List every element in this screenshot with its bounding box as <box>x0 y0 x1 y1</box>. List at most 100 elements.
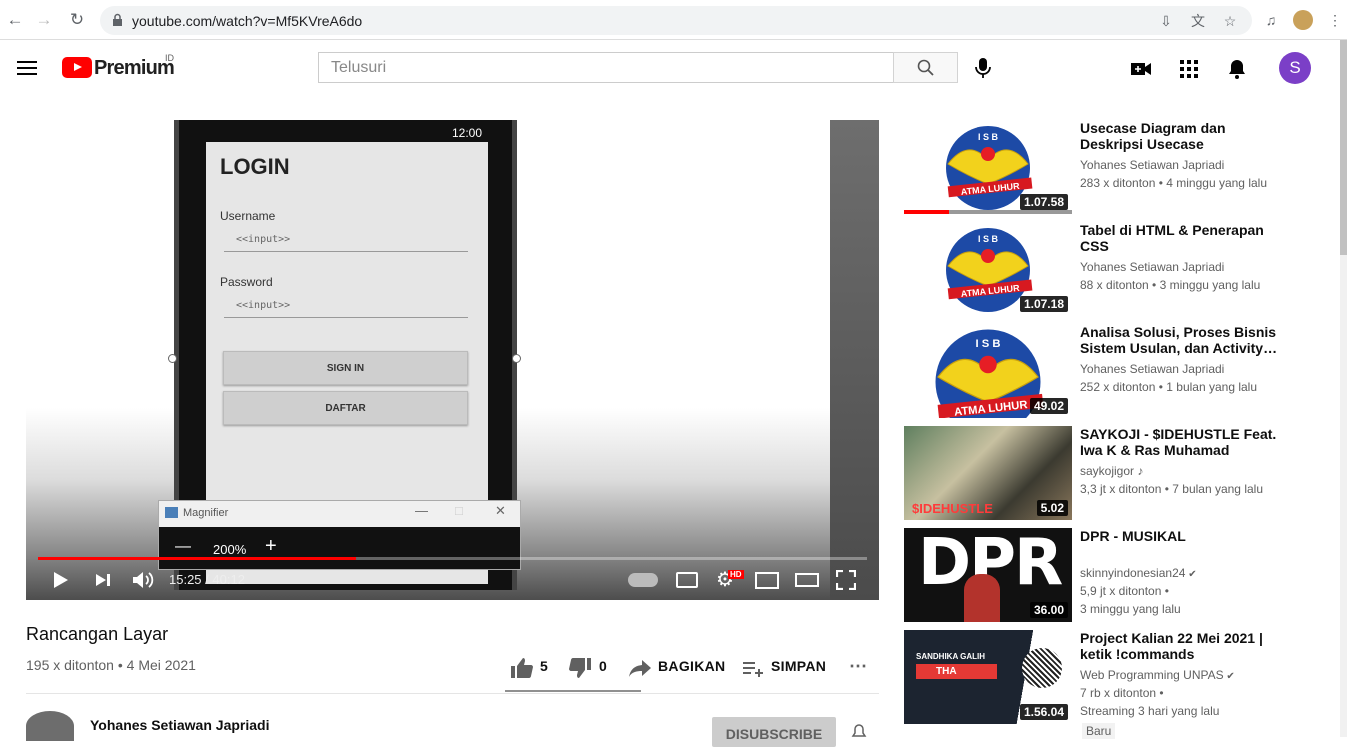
page-scrollbar[interactable] <box>1340 40 1347 737</box>
volume-icon[interactable] <box>131 570 155 590</box>
search-button[interactable] <box>893 52 958 83</box>
recommendation-item[interactable]: ATMA LUHUR I S B 1.07.58 Usecase Diagram … <box>904 120 1344 214</box>
recommendation-item[interactable]: DPR 36.00 DPR - MUSIKAL skinnyindonesian24 … <box>904 528 1344 622</box>
recommendation-title[interactable]: Project Kalian 22 Mei 2021 | ketik !comm… <box>1080 630 1286 662</box>
recommendation-channel[interactable]: skinnyindonesian24 ✔ <box>1080 566 1197 580</box>
channel-name[interactable]: Yohanes Setiawan Japriadi <box>90 717 269 733</box>
more-actions-icon[interactable]: ⋯ <box>849 656 867 677</box>
recommendation-title[interactable]: Usecase Diagram dan Deskripsi Usecase <box>1080 120 1286 152</box>
menu-kebab-icon[interactable]: ⋮ <box>1325 10 1345 30</box>
recommendation-views: 252 x ditonton • 1 bulan yang lalu <box>1080 380 1257 394</box>
hd-badge: HD <box>728 570 744 579</box>
recommendation-title[interactable]: Tabel di HTML & Penerapan CSS <box>1080 222 1286 254</box>
bookmark-star-icon[interactable]: ☆ <box>1222 13 1238 29</box>
media-control-icon[interactable]: ♫ <box>1261 10 1281 30</box>
youtube-premium-logo[interactable]: Premium ID <box>62 53 175 81</box>
recommendation-channel[interactable]: Yohanes Setiawan Japriadi <box>1080 158 1224 172</box>
recommendation-title[interactable]: DPR - MUSIKAL <box>1080 528 1286 544</box>
recommendation-channel[interactable]: Web Programming UNPAS ✔ <box>1080 668 1235 682</box>
svg-text:I S B: I S B <box>978 234 999 244</box>
video-thumbnail[interactable]: ATMA LUHUR I S B 1.07.18 <box>904 222 1072 316</box>
country-code: ID <box>165 53 174 63</box>
hamburger-menu-icon[interactable] <box>17 61 37 75</box>
recommendation-item[interactable]: ATMA LUHUR I S B 1.07.18 Tabel di HTML & … <box>904 222 1344 316</box>
thumbnail-overlay-text: $IDEHUSTLE <box>912 501 993 516</box>
save-playlist-icon[interactable] <box>741 657 765 679</box>
recommendation-views: 283 x ditonton • 4 minggu yang lalu <box>1080 176 1267 190</box>
install-icon[interactable]: ⇩ <box>1158 13 1174 29</box>
share-button[interactable]: BAGIKAN <box>658 658 725 674</box>
search-input[interactable] <box>319 53 893 82</box>
verified-icon: ✔ <box>1185 569 1197 580</box>
apps-grid-icon[interactable] <box>1178 58 1200 80</box>
notifications-bell-icon[interactable] <box>1226 58 1248 80</box>
video-duration: 36.00 <box>1029 602 1068 618</box>
zoom-in-icon: + <box>265 535 277 557</box>
save-button[interactable]: SIMPAN <box>771 658 826 674</box>
video-thumbnail[interactable]: ATMA LUHUR I S B 1.07.58 <box>904 120 1072 214</box>
search-icon <box>917 59 934 76</box>
video-thumbnail[interactable]: DPR 36.00 <box>904 528 1072 622</box>
share-icon[interactable] <box>628 657 652 679</box>
recommendation-views: 7 rb x ditonton • <box>1080 686 1164 700</box>
video-thumbnail[interactable]: SANDHIKA GALIH THA 1.56.04 <box>904 630 1072 724</box>
minimize-icon: — <box>415 503 428 518</box>
video-side-panel <box>830 120 879 600</box>
account-avatar[interactable]: S <box>1279 52 1311 84</box>
video-thumbnail[interactable]: ATMA LUHUR I S B 49.02 <box>904 324 1072 418</box>
username-label: Username <box>220 209 276 223</box>
verified-icon: ✔ <box>1223 671 1235 682</box>
daftar-button-mock: DAFTAR <box>223 391 468 425</box>
maximize-icon: □ <box>455 503 463 518</box>
next-icon[interactable] <box>94 570 112 590</box>
dislike-icon[interactable] <box>568 657 592 679</box>
channel-bell-icon[interactable] <box>851 724 867 740</box>
play-icon[interactable] <box>52 570 70 590</box>
password-input-mock: <<input>> <box>224 300 468 318</box>
microphone-icon[interactable] <box>973 57 993 79</box>
back-icon[interactable]: ← <box>4 9 26 31</box>
translate-icon[interactable]: 文 <box>1190 13 1206 29</box>
video-duration: 1.07.18 <box>1019 296 1068 312</box>
resize-handle <box>168 354 177 363</box>
recommendation-item[interactable]: ATMA LUHUR I S B 49.02 Analisa Solusi, Pr… <box>904 324 1344 418</box>
recommendation-item[interactable]: SANDHIKA GALIH THA 1.56.04 Project Kalian 2… <box>904 630 1344 739</box>
recommendation-channel[interactable]: Yohanes Setiawan Japriadi <box>1080 362 1224 376</box>
recommendation-channel[interactable]: Yohanes Setiawan Japriadi <box>1080 260 1224 274</box>
create-video-icon[interactable] <box>1130 58 1152 80</box>
address-bar[interactable]: youtube.com/watch?v=Mf5KVreA6do ⇩ 文 ☆ <box>100 6 1252 35</box>
subscribe-button[interactable]: DISUBSCRIBE <box>712 717 836 747</box>
video-duration: 1.56.04 <box>1019 704 1068 720</box>
subtitles-icon[interactable] <box>676 572 698 588</box>
phone-status-bar: 12:00 <box>206 124 488 142</box>
zoom-out-icon: — <box>175 538 191 555</box>
phone-clock: 12:00 <box>451 126 482 140</box>
password-label: Password <box>220 275 273 289</box>
video-thumbnail[interactable]: $IDEHUSTLE 5.02 <box>904 426 1072 520</box>
progress-bar[interactable] <box>38 557 867 560</box>
fullscreen-icon[interactable] <box>836 570 856 590</box>
youtube-play-icon <box>62 57 92 78</box>
resize-handle <box>512 354 521 363</box>
video-player[interactable]: 12:00 LOGIN Username <<input>> Password … <box>26 120 879 600</box>
browser-toolbar: ← → ↻ youtube.com/watch?v=Mf5KVreA6do ⇩ … <box>0 0 1347 40</box>
close-icon: ✕ <box>495 503 506 518</box>
recommendation-date: 3 minggu yang lalu <box>1080 602 1181 616</box>
divider <box>26 693 879 694</box>
like-icon[interactable] <box>510 657 534 679</box>
search-box[interactable] <box>318 52 894 83</box>
forward-icon[interactable]: → <box>33 9 55 31</box>
recommendation-item[interactable]: $IDEHUSTLE 5.02 SAYKOJI - $IDEHUSTLE Feat.… <box>904 426 1344 520</box>
miniplayer-icon[interactable] <box>755 572 779 589</box>
autoplay-toggle[interactable] <box>628 573 658 587</box>
profile-icon[interactable] <box>1293 10 1313 30</box>
recommendation-title[interactable]: Analisa Solusi, Proses Bisnis Sistem Usu… <box>1080 324 1286 356</box>
magnifier-title: Magnifier <box>183 507 229 519</box>
like-count: 5 <box>540 658 549 674</box>
recommendation-channel[interactable]: saykojigor ♪ <box>1080 464 1143 478</box>
recommendation-title[interactable]: SAYKOJI - $IDEHUSTLE Feat. Iwa K & Ras M… <box>1080 426 1286 458</box>
reload-icon[interactable]: ↻ <box>66 9 88 31</box>
theater-mode-icon[interactable] <box>795 573 819 587</box>
video-frame: 12:00 LOGIN Username <<input>> Password … <box>26 120 879 600</box>
scrollbar-thumb[interactable] <box>1340 40 1347 255</box>
